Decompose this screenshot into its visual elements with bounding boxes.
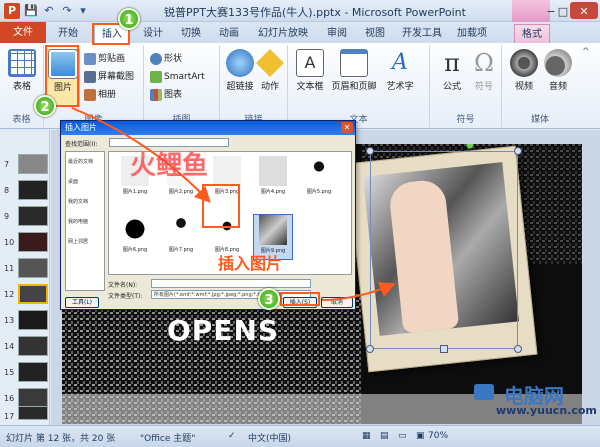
view-sorter-icon[interactable]: ▤: [380, 431, 389, 441]
monitor-icon: [474, 384, 494, 400]
view-slideshow-icon[interactable]: ▣: [416, 431, 425, 441]
arrow-to-slide: [321, 282, 396, 301]
zoom-level[interactable]: 70%: [428, 431, 448, 441]
status-bar: 幻灯片 第 12 张，共 20 张 "Office 主题" ✓ 中文(中国) ▦…: [0, 425, 600, 447]
spellcheck-icon[interactable]: ✓: [228, 431, 236, 441]
view-normal-icon[interactable]: ▦: [362, 431, 371, 441]
watermark-top-logo: 火鲤鱼: [130, 151, 209, 181]
watermark-url: www.yuucn.com: [496, 404, 597, 417]
slide-count: 幻灯片 第 12 张，共 20 张: [6, 434, 116, 444]
view-reading-icon[interactable]: ▭: [398, 431, 407, 441]
watermark: 电脑网 www.yuucn.com: [468, 380, 598, 424]
theme-name[interactable]: "Office 主题": [140, 431, 195, 444]
powerpoint-window: P 💾 ↶ ↷ ▾ 锐普PPT大赛133号作品(牛人).pptx - Micro…: [0, 0, 600, 447]
language[interactable]: 中文(中国): [248, 431, 291, 444]
caption-insert-picture: 插入图片: [218, 254, 283, 273]
